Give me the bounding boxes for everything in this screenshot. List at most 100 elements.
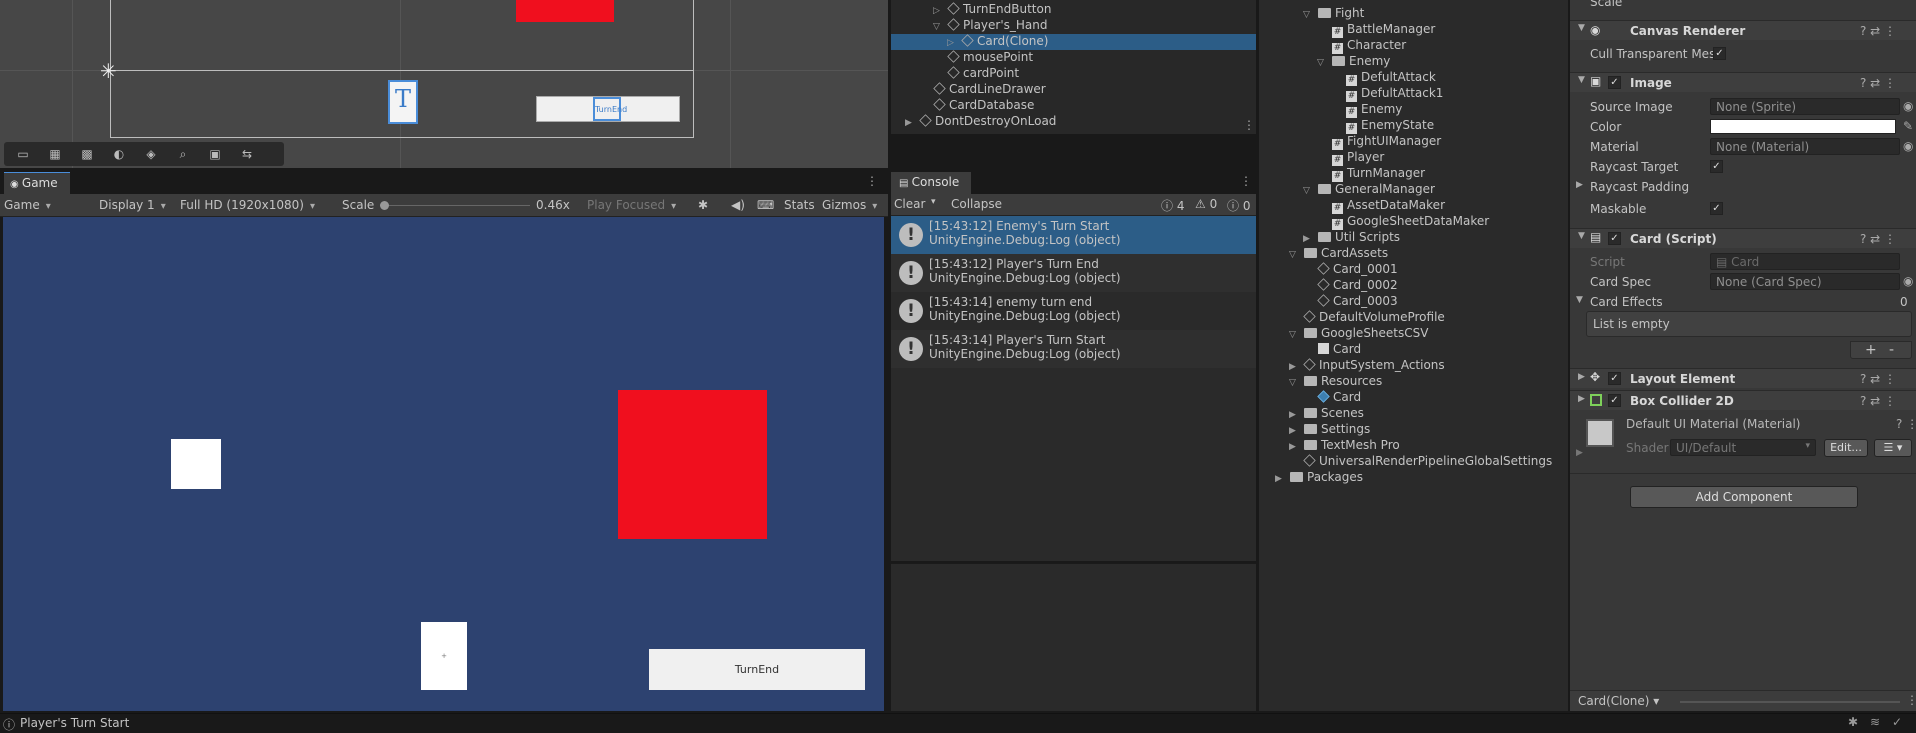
expand-arrow-icon[interactable]: ▶ xyxy=(1578,372,1585,382)
help-icon[interactable]: ? ⋮ xyxy=(1896,417,1916,431)
material-field[interactable]: None (Material) xyxy=(1710,138,1900,155)
project-asset[interactable]: Card_0001 xyxy=(1303,262,1398,278)
tree-arrow-icon[interactable]: ▶ xyxy=(1289,442,1301,452)
scene-card[interactable]: T xyxy=(388,80,418,124)
tree-arrow-icon[interactable]: ▶ xyxy=(1303,234,1315,244)
log-count-toggle[interactable]: ⓘ 4 xyxy=(1161,197,1184,214)
hierarchy-item[interactable]: CardLineDrawer xyxy=(891,82,1256,98)
scale-slider-track[interactable] xyxy=(380,205,530,206)
help-icon[interactable]: ? ⇄ ⋮ xyxy=(1860,372,1896,386)
camera-tool-icon[interactable]: ▣ xyxy=(202,145,228,163)
console-entry[interactable]: ! [15:43:12] Enemy's Turn Start UnityEngin… xyxy=(891,216,1256,254)
list-add-button[interactable]: + xyxy=(1865,342,1877,358)
card-spec-field[interactable]: None (Card Spec) xyxy=(1710,273,1900,290)
project-asset[interactable]: # TurnManager xyxy=(1317,166,1425,182)
help-icon[interactable]: ? ⇄ ⋮ xyxy=(1860,394,1896,408)
expand-arrow-icon[interactable]: ▶ xyxy=(1578,394,1585,404)
maskable-checkbox[interactable]: ✓ xyxy=(1710,202,1723,215)
project-asset[interactable]: # FightUIManager xyxy=(1317,134,1441,150)
audio-icon[interactable]: ◀) xyxy=(731,198,745,212)
canvas-renderer-header[interactable]: ▼ ◉ Canvas Renderer ? ⇄ ⋮ xyxy=(1570,20,1916,40)
project-asset[interactable]: UniversalRenderPipelineGlobalSettings xyxy=(1289,454,1552,470)
project-folder[interactable]: ▽ Resources xyxy=(1289,374,1382,390)
project-asset[interactable]: Card xyxy=(1303,390,1361,406)
play-focused-dropdown[interactable]: Play Focused xyxy=(587,198,676,212)
card-effects-count[interactable]: 0 xyxy=(1900,295,1908,309)
project-asset[interactable]: # DefultAttack xyxy=(1331,70,1436,86)
collapse-arrow-icon[interactable]: ▼ xyxy=(1578,75,1585,85)
box-collider-header[interactable]: ▶ ✓ Box Collider 2D ? ⇄ ⋮ xyxy=(1570,390,1916,410)
tree-arrow-icon[interactable]: ▽ xyxy=(1303,10,1315,20)
project-asset[interactable]: Card_0003 xyxy=(1303,294,1398,310)
project-folder[interactable]: ▶ Scenes xyxy=(1289,406,1364,422)
sphere-tool-icon[interactable]: ◐ xyxy=(106,145,132,163)
tree-arrow-icon[interactable]: ▷ xyxy=(933,6,945,16)
project-folder[interactable]: ▶ Settings xyxy=(1289,422,1370,438)
clear-button[interactable]: Clear xyxy=(894,197,925,211)
hierarchy-item[interactable]: mousePoint xyxy=(891,50,1256,66)
layers-tool-icon[interactable]: ◈ xyxy=(138,145,164,163)
tree-arrow-icon[interactable]: ▶ xyxy=(1289,362,1301,372)
grid-tool-icon[interactable]: ▦ xyxy=(42,145,68,163)
project-folder[interactable]: ▽ GeneralManager xyxy=(1303,182,1435,198)
preview-splitter[interactable] xyxy=(1680,701,1900,703)
console-entry[interactable]: ! [15:43:14] Player's Turn Start UnityEngi… xyxy=(891,330,1256,368)
display-dropdown[interactable]: Display 1 xyxy=(99,198,166,212)
turnend-button[interactable]: TurnEnd xyxy=(649,649,865,690)
project-asset[interactable]: # GoogleSheetDataMaker xyxy=(1317,214,1489,230)
gizmos-dropdown[interactable]: Gizmos xyxy=(822,198,877,212)
hand-card[interactable]: + xyxy=(421,622,467,690)
tree-arrow-icon[interactable]: ▽ xyxy=(933,22,945,32)
project-folder[interactable]: ▶ TextMesh Pro xyxy=(1289,438,1400,454)
collapse-arrow-icon[interactable]: ▼ xyxy=(1576,295,1583,305)
scene-turnend[interactable]: TurnEnd xyxy=(536,96,680,122)
tree-arrow-icon[interactable]: ▽ xyxy=(1289,378,1301,388)
tab-console[interactable]: ▤ Console xyxy=(891,172,971,194)
expand-arrow-icon[interactable]: ▶ xyxy=(1576,448,1583,458)
snap-tool-icon[interactable]: ▩ xyxy=(74,145,100,163)
expand-arrow-icon[interactable]: ▶ xyxy=(1576,180,1583,190)
help-icon[interactable]: ? ⇄ ⋮ xyxy=(1860,24,1896,38)
hierarchy-item[interactable]: ▷ Card(Clone) xyxy=(891,34,1256,50)
shader-edit-button[interactable]: Edit... xyxy=(1824,439,1868,457)
eyedropper-icon[interactable]: ✎ xyxy=(1903,119,1913,133)
project-asset[interactable]: Card_0002 xyxy=(1303,278,1398,294)
status-message[interactable]: Player's Turn Start xyxy=(20,716,129,730)
project-folder[interactable]: ▶ Util Scripts xyxy=(1303,230,1400,246)
swap-tool-icon[interactable]: ⇆ xyxy=(234,145,260,163)
console-entry[interactable]: ! [15:43:12] Player's Turn End UnityEngine… xyxy=(891,254,1256,292)
error-count-toggle[interactable]: ⓘ 0 xyxy=(1227,197,1250,214)
tree-arrow-icon[interactable]: ▷ xyxy=(947,38,959,48)
tree-arrow-icon[interactable]: ▽ xyxy=(1303,186,1315,196)
warning-count-toggle[interactable]: ⚠ 0 xyxy=(1195,197,1217,211)
tree-arrow-icon[interactable]: ▽ xyxy=(1289,330,1301,340)
keyboard-icon[interactable]: ⌨ xyxy=(757,198,774,212)
project-asset[interactable]: Card xyxy=(1303,342,1361,358)
bug-icon[interactable]: ✱ xyxy=(698,198,708,212)
image-header[interactable]: ▼ ▣ ✓ Image ? ⇄ ⋮ xyxy=(1570,72,1916,92)
footer-menu-icon[interactable]: ⋮ xyxy=(1906,693,1916,707)
source-image-field[interactable]: None (Sprite) xyxy=(1710,98,1900,115)
tree-arrow-icon[interactable]: ▶ xyxy=(1289,410,1301,420)
hierarchy-item[interactable]: cardPoint xyxy=(891,66,1256,82)
shader-options-button[interactable]: ☰ ▾ xyxy=(1874,439,1912,457)
object-picker-icon[interactable]: ◉ xyxy=(1903,139,1913,153)
color-field[interactable] xyxy=(1710,119,1896,134)
hierarchy-item[interactable]: ▽ Player's_Hand xyxy=(891,18,1256,34)
project-folder[interactable]: ▽ Fight xyxy=(1303,6,1364,22)
project-asset[interactable]: # EnemyState xyxy=(1331,118,1434,134)
project-asset[interactable]: # DefultAttack1 xyxy=(1331,86,1443,102)
scale-slider-handle[interactable] xyxy=(380,201,389,210)
hierarchy-item[interactable]: ▶ DontDestroyOnLoad xyxy=(891,114,1256,130)
layout-element-header[interactable]: ▶ ✥ ✓ Layout Element ? ⇄ ⋮ xyxy=(1570,368,1916,388)
project-asset[interactable]: DefaultVolumeProfile xyxy=(1289,310,1445,326)
tree-arrow-icon[interactable]: ▽ xyxy=(1317,58,1329,68)
clear-options-icon[interactable]: ▾ xyxy=(931,197,936,207)
project-asset[interactable]: # Enemy xyxy=(1331,102,1402,118)
scene-view[interactable]: ✳ T TurnEnd ▭ ▦ ▩ ◐ ◈ ⌕ ▣ ⇆ xyxy=(0,0,888,168)
list-remove-button[interactable]: - xyxy=(1889,342,1894,358)
resolution-dropdown[interactable]: Full HD (1920x1080) xyxy=(180,198,315,212)
collapse-arrow-icon[interactable]: ▼ xyxy=(1578,23,1585,33)
game-mode-dropdown[interactable]: Game xyxy=(4,198,84,212)
cull-transparent-checkbox[interactable]: ✓ xyxy=(1713,47,1726,60)
